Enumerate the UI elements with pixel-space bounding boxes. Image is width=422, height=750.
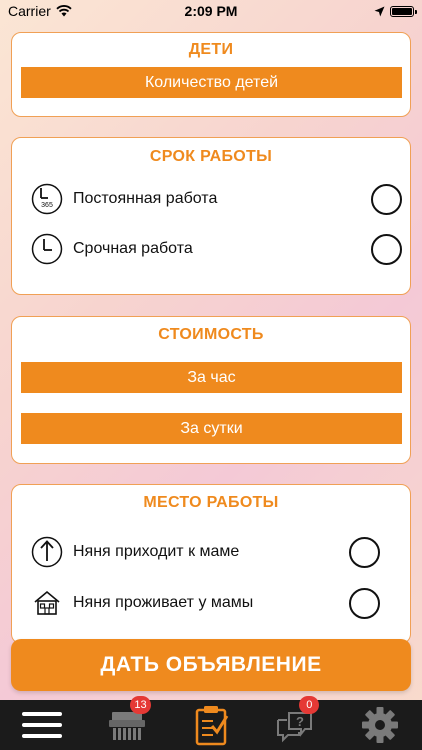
submit-ad-button[interactable]: ДАТЬ ОБЪЯВЛЕНИЕ [11, 639, 411, 691]
permanent-work-option[interactable]: 365 Постоянная работа [31, 182, 402, 216]
location-arrow-icon [374, 6, 385, 16]
clipboard-check-icon [195, 706, 229, 746]
messages-badge: 0 [299, 696, 320, 714]
nanny-lives-radio[interactable] [349, 587, 380, 619]
urgent-work-radio[interactable] [371, 233, 402, 265]
battery-icon [390, 5, 417, 17]
urgent-work-option[interactable]: Срочная работа [31, 232, 402, 266]
children-title: ДЕТИ [188, 41, 234, 58]
work-term-card: СРОК РАБОТЫ 365 Постоянная работа Срочна… [11, 137, 411, 295]
ads-badge: 13 [130, 696, 151, 714]
permanent-work-label: Постоянная работа [73, 190, 218, 207]
tab-settings[interactable] [350, 702, 410, 748]
workplace-title: МЕСТО РАБОТЫ [143, 494, 279, 511]
work-term-title: СРОК РАБОТЫ [149, 148, 273, 165]
urgent-work-label: Срочная работа [73, 240, 193, 257]
arrival-up-icon [31, 536, 63, 568]
status-bar: Carrier 2:09 PM [0, 0, 422, 22]
tab-new-ad[interactable] [181, 702, 241, 748]
calendar-365-clock-icon: 365 [31, 183, 63, 215]
cost-title: СТОИМОСТЬ [158, 326, 264, 343]
cost-card: СТОИМОСТЬ За час За сутки [11, 316, 411, 464]
nanny-visits-option[interactable]: Няня приходит к маме [31, 535, 380, 569]
workplace-card: МЕСТО РАБОТЫ Няня приходит к маме Няня п… [11, 484, 411, 644]
per-day-button[interactable]: За сутки [21, 413, 402, 444]
tab-menu[interactable] [12, 702, 72, 748]
clock-icon [31, 233, 63, 265]
tab-ads[interactable]: 13 [97, 696, 157, 748]
hamburger-menu-icon [22, 712, 63, 738]
carrier-label: Carrier [8, 3, 51, 19]
house-icon [34, 590, 60, 615]
wifi-icon [56, 5, 72, 17]
icon-365-text: 365 [41, 202, 53, 209]
per-hour-button[interactable]: За час [21, 362, 402, 393]
nanny-visits-label: Няня приходит к маме [73, 543, 240, 560]
tab-messages[interactable]: ? 0 [265, 696, 325, 748]
svg-text:?: ? [296, 714, 304, 729]
nanny-visits-radio[interactable] [349, 536, 380, 568]
nanny-lives-label: Няня проживает у мамы [73, 594, 254, 611]
nanny-lives-option[interactable]: Няня проживает у мамы [31, 586, 380, 620]
tab-bar: 13 ? 0 [0, 696, 422, 750]
permanent-work-radio[interactable] [371, 183, 402, 215]
children-card: ДЕТИ Количество детей [11, 32, 411, 117]
children-count-button[interactable]: Количество детей [21, 67, 402, 98]
gear-icon [361, 707, 398, 743]
